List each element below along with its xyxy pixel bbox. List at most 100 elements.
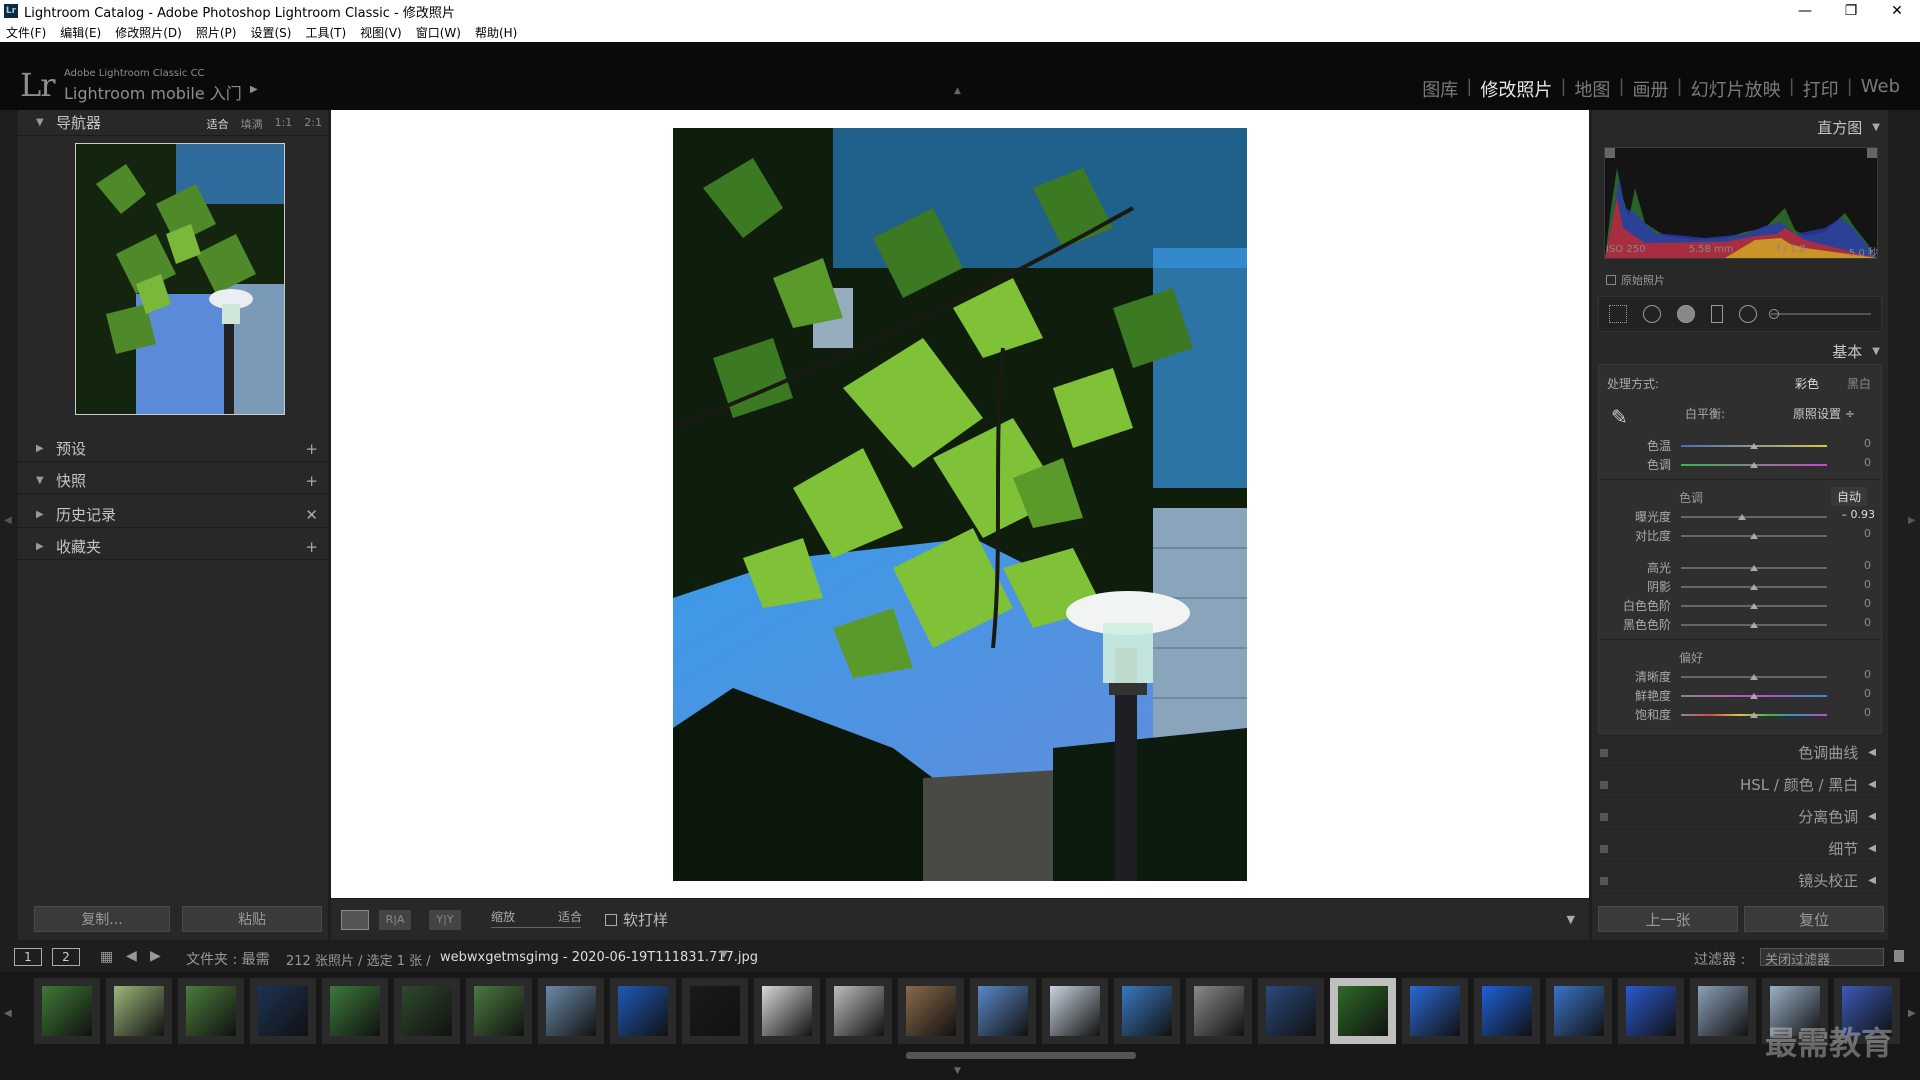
forward-arrow-icon[interactable]: ▶: [150, 948, 161, 964]
reset-button[interactable]: 复位: [1744, 906, 1884, 932]
filmstrip-thumbnail[interactable]: [682, 978, 748, 1044]
filmstrip-thumbnail[interactable]: [538, 978, 604, 1044]
filmstrip-thumbnail[interactable]: [1618, 978, 1684, 1044]
clarity-value[interactable]: 0: [1841, 668, 1871, 681]
histogram[interactable]: [1604, 147, 1878, 259]
back-arrow-icon[interactable]: ◀: [126, 948, 137, 964]
filmstrip-left-arrow-icon[interactable]: ◀: [4, 1008, 12, 1019]
toolbar-menu-caret-icon[interactable]: ▼: [1567, 913, 1575, 926]
filmstrip-thumbnail[interactable]: [1330, 978, 1396, 1044]
highlights-value[interactable]: 0: [1841, 559, 1871, 572]
wb-dropdown[interactable]: 原照设置 ÷: [1793, 405, 1855, 422]
filmstrip-thumbnail[interactable]: [1114, 978, 1180, 1044]
histogram-header[interactable]: 直方图 ▼: [1592, 114, 1888, 140]
maximize-button[interactable]: ❐: [1828, 0, 1874, 22]
filmstrip-thumbnail[interactable]: [1402, 978, 1468, 1044]
whites-value[interactable]: 0: [1841, 597, 1871, 610]
exposure-thumb[interactable]: [1738, 514, 1747, 520]
menu-tools[interactable]: 工具(T): [305, 24, 346, 41]
navigator-preview[interactable]: [75, 143, 285, 415]
auto-button[interactable]: 自动: [1831, 487, 1868, 506]
filmstrip-thumbnail[interactable]: [106, 978, 172, 1044]
menu-help[interactable]: 帮助(H): [475, 24, 517, 41]
graduated-filter-icon[interactable]: [1711, 305, 1723, 323]
temp-thumb[interactable]: [1750, 443, 1758, 449]
whites-thumb[interactable]: [1750, 603, 1758, 609]
exposure-slider[interactable]: [1681, 516, 1827, 518]
add-snapshot-icon[interactable]: +: [305, 472, 318, 490]
original-photo-toggle[interactable]: 原始照片: [1606, 272, 1665, 288]
crop-icon[interactable]: [1609, 305, 1627, 323]
module-print[interactable]: 打印: [1795, 76, 1847, 102]
filmstrip-thumbnail[interactable]: [970, 978, 1036, 1044]
menu-window[interactable]: 窗口(W): [416, 24, 461, 41]
temp-value[interactable]: 0: [1841, 437, 1871, 450]
treatment-color[interactable]: 彩色: [1795, 375, 1819, 392]
brush-slider[interactable]: [1771, 313, 1871, 315]
panel-toggle-switch[interactable]: [1600, 781, 1608, 789]
zoom-1-1[interactable]: 1:1: [275, 116, 293, 132]
previous-button[interactable]: 上一张: [1598, 906, 1738, 932]
navigator-header[interactable]: ▼ 导航器 适合 填满 1:1 2:1: [18, 110, 328, 136]
tint-value[interactable]: 0: [1841, 456, 1871, 469]
contrast-value[interactable]: 0: [1841, 527, 1871, 540]
filmstrip-thumbnail[interactable]: [322, 978, 388, 1044]
grid-icon[interactable]: ▦: [100, 949, 113, 965]
filmstrip-thumbnail[interactable]: [1474, 978, 1540, 1044]
tint-thumb[interactable]: [1750, 462, 1758, 468]
basic-header[interactable]: 基本 ▼: [1592, 338, 1888, 364]
panel-toggle-switch[interactable]: [1600, 845, 1608, 853]
red-eye-icon[interactable]: [1677, 305, 1695, 323]
shadows-value[interactable]: 0: [1841, 578, 1871, 591]
clarity-thumb[interactable]: [1750, 674, 1758, 680]
blacks-value[interactable]: 0: [1841, 616, 1871, 629]
menu-file[interactable]: 文件(F): [6, 24, 46, 41]
hsl-header[interactable]: HSL / 颜色 / 黑白 ◀: [1598, 772, 1882, 798]
presets-header[interactable]: ▶ 预设 +: [18, 436, 328, 462]
add-preset-icon[interactable]: +: [305, 440, 318, 458]
split-toning-header[interactable]: 分离色调 ◀: [1598, 804, 1882, 830]
filmstrip-thumbnail[interactable]: [1546, 978, 1612, 1044]
bottom-panel-toggle-icon[interactable]: ▼: [954, 1066, 961, 1076]
menu-view[interactable]: 视图(V): [360, 24, 402, 41]
filmstrip-thumbnail[interactable]: [1690, 978, 1756, 1044]
snapshots-header[interactable]: ▼ 快照 +: [18, 468, 328, 494]
saturation-thumb[interactable]: [1750, 712, 1758, 718]
clear-history-icon[interactable]: ✕: [305, 506, 318, 524]
module-develop[interactable]: 修改照片: [1472, 76, 1560, 102]
collections-header[interactable]: ▶ 收藏夹 +: [18, 534, 328, 560]
paste-button[interactable]: 粘贴: [182, 906, 322, 932]
main-photo[interactable]: [672, 128, 1247, 881]
folder-source[interactable]: 文件夹 : 最需: [186, 949, 270, 969]
filmstrip-thumbnail[interactable]: [178, 978, 244, 1044]
right-panel-toggle-icon[interactable]: ▶: [1908, 515, 1916, 526]
current-filename[interactable]: webwxgetmsgimg - 2020-06-19T111831.717.j…: [440, 950, 758, 965]
filter-lock-icon[interactable]: [1894, 950, 1904, 962]
filmstrip-thumbnail[interactable]: [34, 978, 100, 1044]
original-photo-checkbox[interactable]: [1606, 275, 1616, 285]
saturation-value[interactable]: 0: [1841, 706, 1871, 719]
module-library[interactable]: 图库: [1414, 76, 1466, 102]
filter-dropdown[interactable]: 关闭过滤器: [1760, 948, 1884, 968]
shadows-thumb[interactable]: [1750, 584, 1758, 590]
top-panel-toggle-icon[interactable]: ▲: [954, 86, 961, 96]
close-button[interactable]: ✕: [1874, 0, 1920, 22]
filmstrip-thumbnail[interactable]: [1258, 978, 1324, 1044]
module-map[interactable]: 地图: [1566, 76, 1618, 102]
menu-settings[interactable]: 设置(S): [250, 24, 291, 41]
zoom-2-1[interactable]: 2:1: [304, 116, 322, 132]
menu-photo[interactable]: 照片(P): [196, 24, 237, 41]
exposure-value[interactable]: – 0.93: [1835, 508, 1876, 521]
panel-toggle-switch[interactable]: [1600, 749, 1608, 757]
panel-toggle-switch[interactable]: [1600, 877, 1608, 885]
soft-proof-checkbox[interactable]: [605, 914, 617, 926]
contrast-thumb[interactable]: [1750, 533, 1758, 539]
spot-removal-icon[interactable]: [1643, 305, 1661, 323]
tone-curve-header[interactable]: 色调曲线 ◀: [1598, 740, 1882, 766]
zoom-slider[interactable]: [491, 927, 581, 928]
filmstrip-thumbnail[interactable]: [394, 978, 460, 1044]
module-book[interactable]: 画册: [1625, 76, 1677, 102]
filmstrip-thumbnail[interactable]: [466, 978, 532, 1044]
filename-dropdown-icon[interactable]: ▼: [720, 949, 728, 960]
filmstrip-thumbnail[interactable]: [898, 978, 964, 1044]
